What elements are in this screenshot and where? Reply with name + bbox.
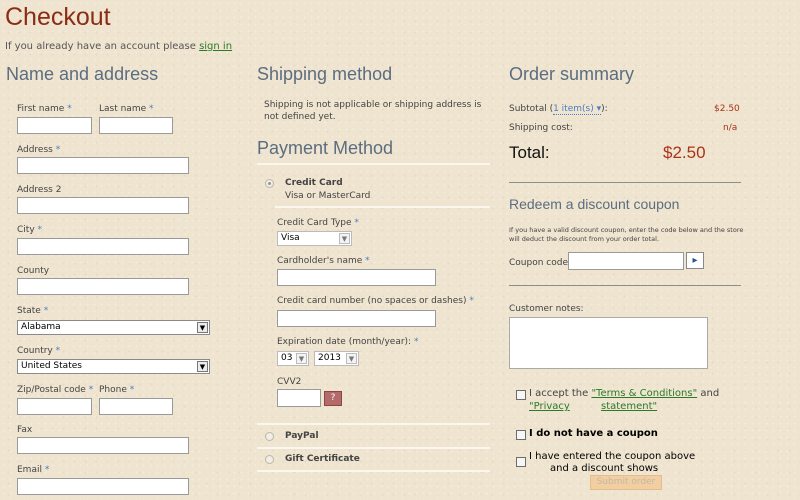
fax-field[interactable]	[17, 437, 189, 454]
shipping-method-heading: Shipping method	[257, 64, 393, 84]
order-summary-heading: Order summary	[509, 64, 635, 84]
divider	[257, 470, 490, 472]
shipping-note: Shipping is not applicable or shipping a…	[264, 100, 482, 122]
expiration-label: Expiration date (month/year): *	[277, 337, 419, 347]
first-name-label: First name *	[17, 104, 72, 114]
phone-field[interactable]	[99, 398, 173, 415]
paypal-option-label: PayPal	[285, 431, 319, 441]
terms-link[interactable]: "Terms & Conditions"	[591, 388, 697, 399]
card-number-label: Credit card number (no spaces or dashes)…	[277, 296, 474, 306]
items-toggle[interactable]: 1 item(s) ▾	[553, 104, 602, 115]
arrow-right-icon: ▸	[692, 255, 698, 266]
subtotal-value: $2.50	[714, 104, 740, 114]
zip-label: Zip/Postal code *	[17, 385, 94, 395]
sign-in-link[interactable]: sign in	[199, 41, 232, 52]
privacy-link-cont[interactable]: statement"	[601, 401, 657, 412]
total-value: $2.50	[663, 143, 706, 162]
email-field[interactable]	[17, 478, 189, 495]
divider	[509, 285, 741, 286]
customer-notes-label: Customer notes:	[509, 304, 584, 314]
address2-field[interactable]	[17, 197, 189, 214]
no-coupon-label: I do not have a coupon	[529, 428, 658, 439]
exp-month-select[interactable]: 03 ▼	[277, 351, 309, 366]
privacy-link[interactable]: "Privacy	[529, 401, 570, 412]
county-label: County	[17, 266, 50, 276]
last-name-label: Last name *	[99, 104, 154, 114]
chevron-down-icon: ▼	[197, 322, 208, 333]
gift-certificate-option-label: Gift Certificate	[285, 454, 360, 464]
credit-card-radio[interactable]	[265, 179, 274, 188]
coupon-code-field[interactable]	[568, 252, 684, 270]
coupon-description: If you have a valid discount coupon, ent…	[509, 226, 744, 243]
no-coupon-checkbox[interactable]	[516, 430, 526, 440]
credit-card-option-label: Credit Card	[285, 178, 343, 188]
paypal-radio[interactable]	[265, 432, 274, 441]
divider	[257, 423, 490, 425]
cvv-help-button[interactable]: ?	[324, 391, 342, 406]
fax-label: Fax	[17, 425, 33, 435]
city-field[interactable]	[17, 238, 189, 255]
chevron-down-icon: ▼	[339, 233, 350, 244]
coupon-applied-checkbox[interactable]	[516, 457, 526, 467]
cardholder-label: Cardholder's name *	[277, 256, 370, 266]
chevron-down-icon: ▼	[346, 353, 357, 364]
country-label: Country *	[17, 346, 61, 356]
divider	[257, 163, 490, 165]
page-title: Checkout	[5, 3, 111, 31]
card-type-select[interactable]: Visa ▼	[277, 231, 352, 246]
state-select[interactable]: Alabama ▼	[17, 320, 210, 335]
shipping-cost-value: n/a	[723, 123, 738, 133]
cardholder-field[interactable]	[277, 269, 436, 286]
credit-card-desc: Visa or MasterCard	[285, 191, 371, 201]
exp-year-select[interactable]: 2013 ▼	[314, 351, 359, 366]
terms-checkbox[interactable]	[516, 390, 526, 400]
account-prompt-text: If you already have an account please	[5, 41, 196, 52]
shipping-cost-label: Shipping cost:	[509, 123, 573, 133]
country-select[interactable]: United States ▼	[17, 359, 210, 374]
last-name-field[interactable]	[99, 117, 173, 134]
name-address-heading: Name and address	[6, 64, 159, 84]
address-field[interactable]	[17, 157, 189, 174]
coupon-heading: Redeem a discount coupon	[509, 196, 680, 212]
chevron-down-icon: ▼	[296, 353, 307, 364]
subtotal-label: Subtotal (1 item(s) ▾):	[509, 104, 608, 115]
divider	[257, 447, 490, 449]
chevron-down-icon: ▼	[197, 361, 208, 372]
card-number-field[interactable]	[277, 310, 436, 327]
divider	[509, 182, 741, 183]
divider	[275, 206, 490, 208]
coupon-applied-label: I have entered the coupon above and a di…	[529, 451, 696, 474]
apply-coupon-button[interactable]: ▸	[686, 252, 704, 269]
gift-certificate-radio[interactable]	[265, 455, 274, 464]
city-label: City *	[17, 225, 43, 235]
address-label: Address *	[17, 145, 61, 155]
total-label: Total:	[509, 143, 550, 162]
zip-field[interactable]	[17, 398, 92, 415]
phone-label: Phone *	[99, 385, 135, 395]
cvv2-field[interactable]	[277, 389, 321, 407]
coupon-code-label: Coupon code:	[509, 258, 572, 268]
address2-label: Address 2	[17, 185, 62, 195]
county-field[interactable]	[17, 278, 189, 295]
cvv2-label: CVV2	[277, 377, 302, 387]
submit-order-button[interactable]: Submit order	[590, 475, 662, 490]
payment-method-heading: Payment Method	[257, 138, 394, 158]
first-name-field[interactable]	[17, 117, 92, 134]
state-label: State *	[17, 306, 49, 316]
email-label: Email *	[17, 465, 50, 475]
account-prompt: If you already have an account please si…	[5, 41, 232, 52]
card-type-label: Credit Card Type *	[277, 218, 359, 228]
customer-notes-field[interactable]	[509, 317, 708, 369]
